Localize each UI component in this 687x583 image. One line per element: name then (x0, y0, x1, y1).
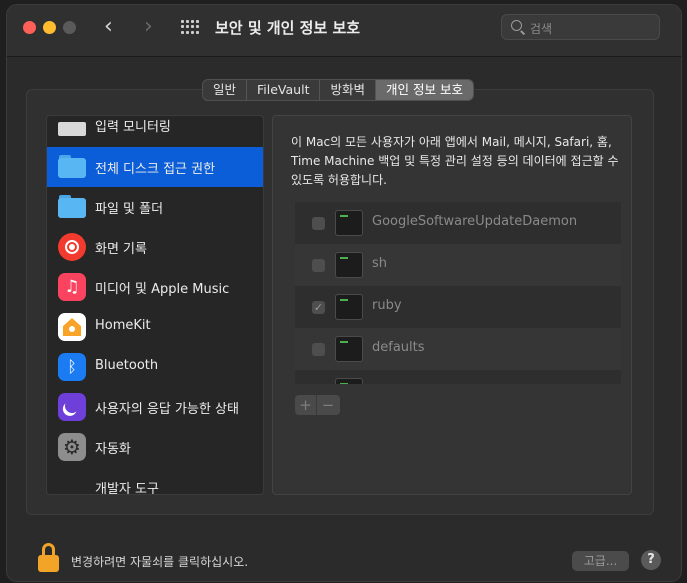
app-checkbox-checked[interactable]: ✓ (312, 301, 325, 314)
app-list[interactable]: GoogleSoftwareUpdateDaemon sh ✓ ruby def… (295, 202, 621, 384)
forward-chevron-icon[interactable]: › (144, 16, 153, 38)
advanced-button[interactable]: 고급... (572, 551, 629, 571)
tab-privacy[interactable]: 개인 정보 보호 (376, 80, 473, 100)
bluetooth-icon: ᛒ (58, 353, 86, 381)
window-title: 보안 및 개인 정보 보호 (215, 19, 361, 37)
zoom-button[interactable] (63, 21, 76, 34)
app-checkbox[interactable] (312, 217, 325, 230)
app-name: defaults (372, 340, 425, 355)
list-item[interactable]: sh (295, 244, 621, 286)
sidebar-item-label: Bluetooth (95, 358, 159, 373)
sidebar-item-label: 파일 및 폴더 (95, 202, 164, 217)
access-description: 이 Mac의 모든 사용자가 아래 앱에서 Mail, 메시지, Safari,… (291, 135, 619, 187)
music-note-icon: ♫ (58, 273, 86, 301)
sidebar-item-label: 화면 기록 (95, 242, 147, 257)
close-button[interactable] (23, 21, 36, 34)
sidebar-item-files-and-folders[interactable]: 파일 및 폴더 (47, 187, 263, 227)
lock-icon[interactable] (37, 543, 59, 573)
moon-icon (58, 393, 86, 421)
app-name: sh (372, 256, 388, 271)
add-app-button[interactable]: + (295, 395, 317, 415)
sidebar-item-automation[interactable]: ⚙ 자동화 (47, 427, 263, 467)
tab-bar: 일반 FileVault 방화벽 개인 정보 보호 (202, 79, 474, 101)
sidebar-item-full-disk-access[interactable]: 전체 디스크 접근 권한 (47, 147, 263, 187)
tab-general[interactable]: 일반 (203, 80, 248, 100)
minimize-button[interactable] (43, 21, 56, 34)
gear-icon: ⚙ (58, 433, 86, 461)
sidebar-item-label: 자동화 (95, 442, 131, 457)
sidebar-item-media-apple-music[interactable]: ♫ 미디어 및 Apple Music (47, 267, 263, 307)
home-icon (58, 313, 86, 341)
sidebar-item-label: 사용자의 응답 가능한 상태 (95, 402, 239, 417)
system-preferences-window: ‹ › 보안 및 개인 정보 보호 검색 일반 FileVault 방화벽 개인… (6, 4, 682, 582)
sidebar-item-label: HomeKit (95, 318, 151, 333)
sidebar-item-label: 미디어 및 Apple Music (95, 282, 230, 297)
help-button[interactable]: ? (641, 550, 661, 570)
folder-icon (58, 151, 86, 179)
terminal-executable-icon (335, 210, 363, 236)
search-placeholder: 검색 (530, 22, 553, 36)
title-bar: ‹ › 보안 및 개인 정보 보호 검색 (7, 5, 681, 57)
terminal-executable-icon (335, 294, 363, 320)
back-chevron-icon[interactable]: ‹ (104, 16, 113, 38)
app-checkbox[interactable] (312, 259, 325, 272)
sidebar-item-screen-recording[interactable]: 화면 기록 (47, 227, 263, 267)
folder-icon (58, 191, 86, 219)
sidebar-item-homekit[interactable]: HomeKit (47, 307, 263, 347)
list-item[interactable]: ✓ ruby (295, 286, 621, 328)
keyboard-icon (58, 122, 86, 136)
app-name: GoogleSoftwareUpdateDaemon (372, 214, 578, 229)
list-item[interactable] (295, 370, 621, 384)
terminal-executable-icon (335, 378, 363, 384)
search-field[interactable]: 검색 (501, 14, 660, 40)
remove-app-button[interactable]: − (317, 395, 339, 415)
show-all-grid-icon[interactable] (181, 20, 199, 34)
privacy-category-list[interactable]: 입력 모니터링 전체 디스크 접근 권한 파일 및 폴더 화면 기록 ♫ 미디어… (46, 115, 264, 495)
sidebar-item-input-monitoring[interactable]: 입력 모니터링 (47, 116, 263, 142)
add-remove-control: + − (295, 395, 340, 415)
sidebar-item-focus[interactable]: 사용자의 응답 가능한 상태 (47, 387, 263, 427)
tab-firewall[interactable]: 방화벽 (320, 80, 376, 100)
app-name: ruby (372, 298, 402, 313)
sidebar-item-developer-tools[interactable]: 개발자 도구 (47, 467, 263, 495)
search-icon (511, 20, 522, 31)
list-item[interactable]: defaults (295, 328, 621, 370)
app-checkbox[interactable] (312, 343, 325, 356)
terminal-executable-icon (335, 336, 363, 362)
sidebar-item-bluetooth[interactable]: ᛒ Bluetooth (47, 347, 263, 387)
tab-filevault[interactable]: FileVault (247, 80, 321, 100)
list-item[interactable]: GoogleSoftwareUpdateDaemon (295, 202, 621, 244)
sidebar-item-label: 입력 모니터링 (95, 120, 171, 135)
screen-record-icon (58, 233, 86, 261)
sidebar-item-label: 전체 디스크 접근 권한 (95, 162, 216, 177)
lock-hint-text: 변경하려면 자물쇠를 클릭하십시오. (71, 555, 249, 569)
sidebar-item-label: 개발자 도구 (95, 482, 159, 495)
terminal-executable-icon (335, 252, 363, 278)
